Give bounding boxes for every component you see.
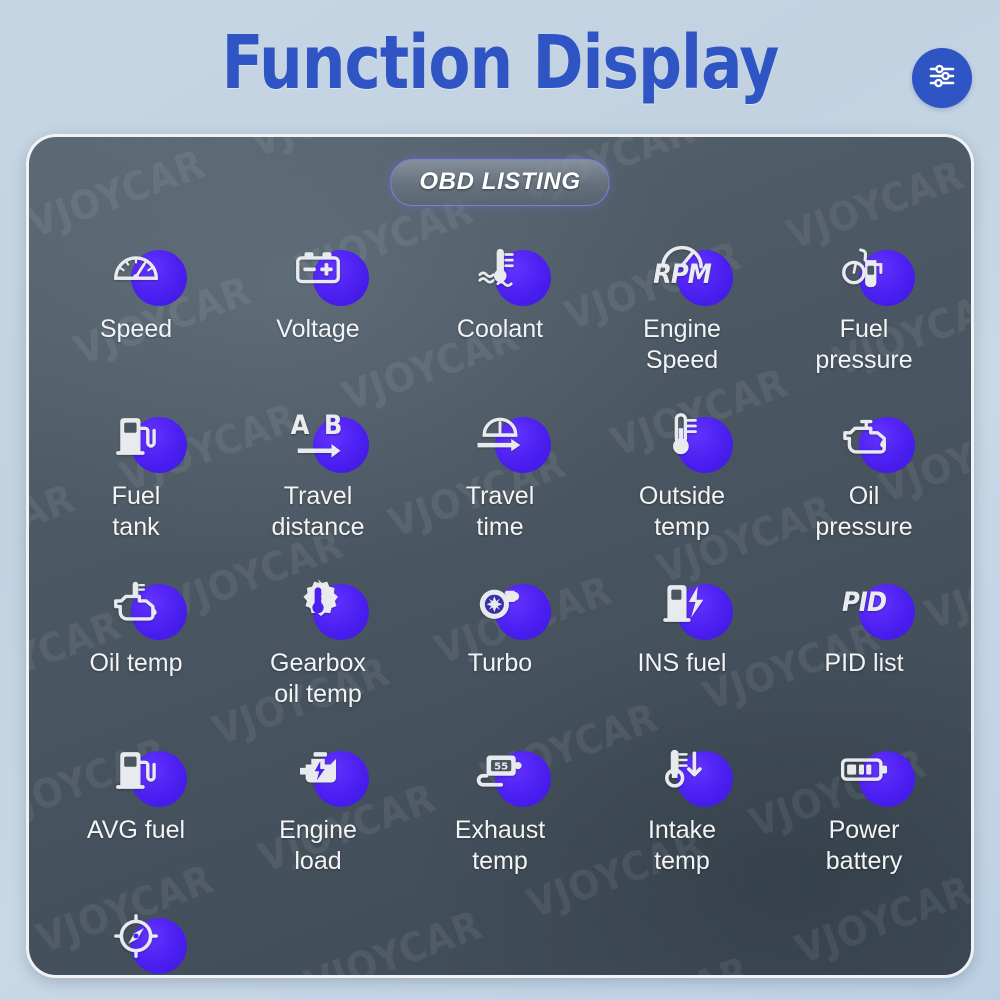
feature-item[interactable]: Power battery: [773, 718, 955, 877]
engine-bolt-icon: [275, 732, 369, 808]
thermometer-waves-icon: [457, 231, 551, 307]
feature-item[interactable]: Outside temp: [591, 384, 773, 543]
feature-item[interactable]: Coolant: [409, 217, 591, 376]
feature-item[interactable]: Voltage: [227, 217, 409, 376]
fuel-nozzle-gauge-icon: [821, 231, 915, 307]
feature-label: Turbo: [467, 649, 533, 677]
feature-item[interactable]: Travel time: [409, 384, 591, 543]
a-to-b-arrow-icon: A B: [275, 398, 369, 474]
fuel-pump-icon: [93, 732, 187, 808]
watermark-text: VJOYCAR: [965, 659, 974, 766]
feature-item[interactable]: Turbo: [409, 551, 591, 710]
feature-item[interactable]: Speed: [45, 217, 227, 376]
feature-label: Power battery: [825, 816, 903, 875]
feature-label: Travel time: [465, 482, 535, 541]
fuel-pump-icon-shape: [109, 408, 163, 462]
oil-can-icon: [821, 398, 915, 474]
feature-item[interactable]: A B Travel distance: [227, 384, 409, 543]
feature-label: Engine load: [279, 816, 357, 875]
page-header: Function Display: [0, 0, 1000, 132]
feature-label: Coolant: [456, 315, 544, 343]
battery-icon-shape: [291, 241, 345, 295]
feature-label: Fuel tank: [111, 482, 161, 541]
gauge-arrow-icon-shape: [473, 408, 527, 462]
fuel-pump-icon: [93, 398, 187, 474]
turbocharger-icon-shape: [473, 575, 527, 629]
feature-label: Exhaust temp: [454, 816, 546, 875]
feature-grid: Speed Voltage Coolant RPM Engine Speed Fu…: [45, 217, 955, 975]
feature-label: Speed: [99, 315, 173, 343]
compass-icon-shape: [109, 909, 163, 963]
muffler-icon: 55: [457, 732, 551, 808]
fuel-nozzle-gauge-icon-shape: [837, 241, 891, 295]
feature-item[interactable]: Fuel pressure: [773, 217, 955, 376]
icon-glyph-text: RPM: [653, 258, 712, 290]
feature-item[interactable]: Oil temp: [45, 551, 227, 710]
muffler-icon-shape: 55: [473, 742, 527, 796]
feature-item[interactable]: Fuel tank: [45, 384, 227, 543]
feature-item[interactable]: Intake temp: [591, 718, 773, 877]
battery-icon: [275, 231, 369, 307]
thermometer-down-icon: [639, 732, 733, 808]
thermometer-icon-shape: [655, 408, 709, 462]
gear-thermometer-icon-shape: [291, 575, 345, 629]
icon-glyph-text: A B: [290, 409, 346, 441]
feature-label: PID list: [824, 649, 904, 677]
feature-item[interactable]: Gearbox oil temp: [227, 551, 409, 710]
oil-can-icon-shape: [837, 408, 891, 462]
speedometer-icon-shape: [109, 241, 163, 295]
battery-level-icon: [821, 732, 915, 808]
fuel-pump-bolt-icon-shape: [655, 575, 709, 629]
feature-label: Gearbox oil temp: [270, 649, 366, 708]
battery-level-icon-shape: [837, 742, 891, 796]
sliders-icon: [926, 60, 958, 97]
pid-text-icon: PID: [821, 565, 915, 641]
oil-can-thermometer-icon-shape: [109, 575, 163, 629]
obd-listing-card: VJOYCAR VJOYCAR VJOYCAR VJOYCAR VJOYCAR VJOYC…: [26, 134, 974, 978]
settings-button[interactable]: [912, 48, 972, 108]
obd-listing-badge: OBD LISTING: [390, 159, 610, 206]
feature-item[interactable]: Engine load: [227, 718, 409, 877]
svg-text:55: 55: [494, 762, 508, 773]
feature-label: Voltage: [276, 315, 360, 343]
turbocharger-icon: [457, 565, 551, 641]
compass-icon: [93, 899, 187, 975]
icon-glyph-text: PID: [842, 586, 887, 618]
feature-label: Engine Speed: [643, 315, 721, 374]
fuel-pump-icon-shape: [109, 742, 163, 796]
gear-thermometer-icon: [275, 565, 369, 641]
feature-label: Oil pressure: [815, 482, 913, 541]
feature-item[interactable]: 55 Exhaust temp: [409, 718, 591, 877]
engine-bolt-icon-shape: [291, 742, 345, 796]
watermark-text: VJOYCAR: [26, 348, 35, 455]
feature-item[interactable]: INS fuel: [591, 551, 773, 710]
feature-label: Outside temp: [638, 482, 726, 541]
speedometer-icon: [93, 231, 187, 307]
rpm-gauge-icon: RPM: [639, 231, 733, 307]
feature-item[interactable]: AVG fuel: [45, 718, 227, 877]
feature-item[interactable]: Oil pressure: [773, 384, 955, 543]
page-title: Function Display: [221, 20, 780, 106]
thermometer-icon: [639, 398, 733, 474]
feature-item[interactable]: PID PID list: [773, 551, 955, 710]
feature-label: Fuel pressure: [815, 315, 913, 374]
thermometer-down-icon-shape: [655, 742, 709, 796]
feature-item[interactable]: Atmospheric pressure: [45, 885, 227, 975]
feature-label: Travel distance: [271, 482, 365, 541]
feature-item[interactable]: RPM Engine Speed: [591, 217, 773, 376]
thermometer-waves-icon-shape: [473, 241, 527, 295]
oil-can-thermometer-icon: [93, 565, 187, 641]
feature-label: AVG fuel: [86, 816, 186, 844]
feature-label: Intake temp: [647, 816, 717, 875]
feature-label: Oil temp: [89, 649, 183, 677]
fuel-pump-bolt-icon: [639, 565, 733, 641]
feature-label: INS fuel: [637, 649, 727, 677]
gauge-arrow-icon: [457, 398, 551, 474]
